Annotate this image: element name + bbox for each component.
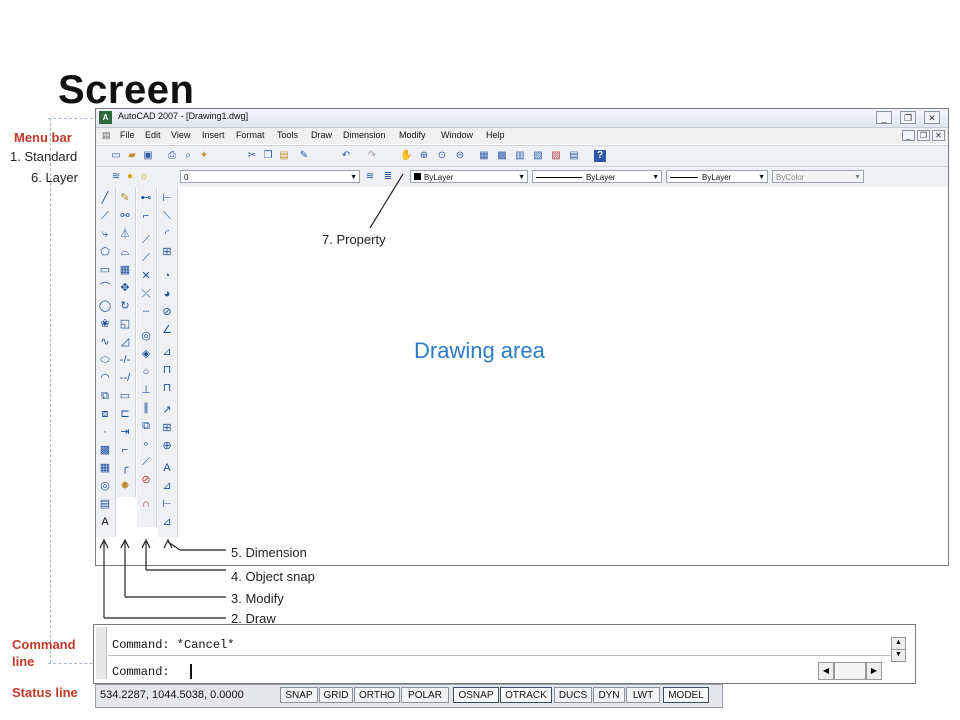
osnap-toggle[interactable]: OSNAP [453,687,499,703]
coordinates-readout: 534.2287, 1044.5038, 0.0000 [100,689,244,701]
status-bar: 534.2287, 1044.5038, 0.0000 SNAP GRID OR… [95,684,723,708]
command-history-line: Command: *Cancel* [112,638,235,652]
scroll-down-icon[interactable]: ▼ [891,649,906,662]
scroll-right-icon[interactable]: ▶ [866,662,882,680]
command-window: Command: *Cancel* Command: ▲ ▼ ◀ ▶ [93,624,916,684]
command-grip [96,627,107,679]
snap-toggle[interactable]: SNAP [280,687,318,703]
lwt-toggle[interactable]: LWT [626,687,660,703]
ortho-toggle[interactable]: ORTHO [354,687,400,703]
text-cursor [190,664,192,679]
grid-toggle[interactable]: GRID [319,687,353,703]
scroll-left-icon[interactable]: ◀ [818,662,834,680]
polar-toggle[interactable]: POLAR [401,687,449,703]
dyn-toggle[interactable]: DYN [593,687,625,703]
callout-arrows [99,173,404,619]
command-input[interactable] [190,664,790,679]
otrack-toggle[interactable]: OTRACK [500,687,552,703]
object-snap-toolbar-label: 4. Object snap [231,569,315,584]
command-divider [108,655,893,656]
ducs-toggle[interactable]: DUCS [554,687,592,703]
model-toggle[interactable]: MODEL [663,687,709,703]
dimension-toolbar-label: 5. Dimension [231,545,307,560]
modify-toolbar-label: 3. Modify [231,591,284,606]
command-prompt: Command: [112,665,170,679]
horizontal-scrollbar[interactable] [834,662,866,680]
